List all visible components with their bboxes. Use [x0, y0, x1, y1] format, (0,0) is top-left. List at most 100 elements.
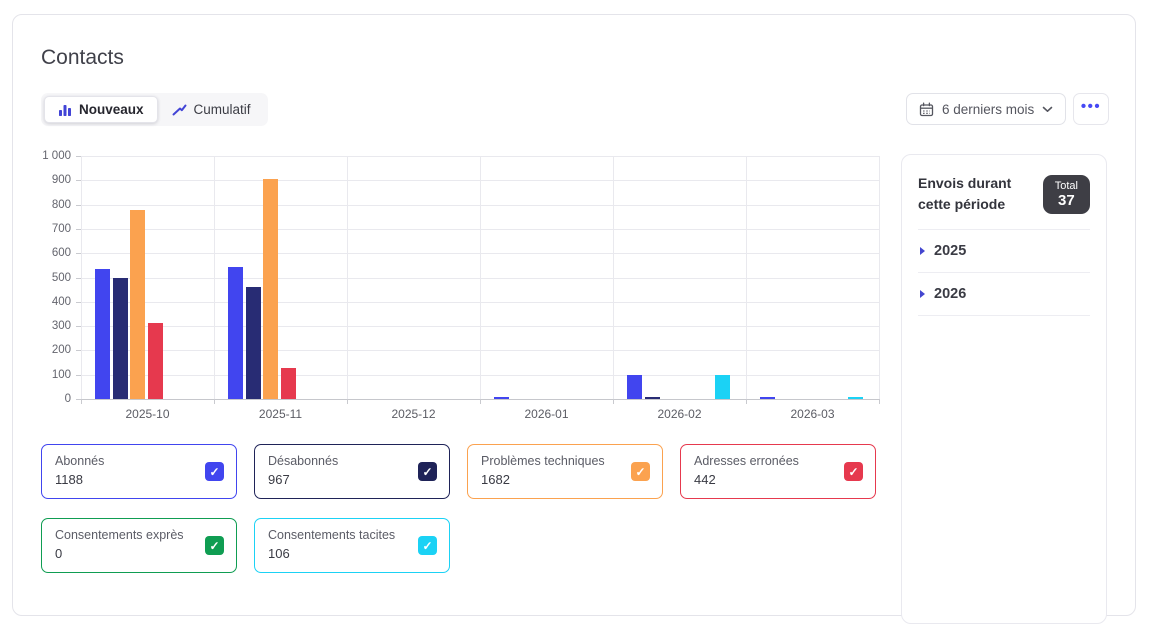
envois-title-line1: Envois durant	[918, 173, 1011, 194]
bar-abonnés	[760, 397, 775, 399]
bar-adresses-erronées	[281, 368, 296, 399]
legend-card-problemes[interactable]: Problèmes techniques 1682	[467, 444, 663, 499]
y-axis-labels: 01002003004005006007008009001 000	[23, 156, 71, 399]
more-options-button[interactable]: •••	[1073, 93, 1109, 125]
tab-cumulatif-label: Cumulatif	[194, 102, 251, 117]
x-tick-mark	[347, 399, 348, 404]
bar-consentements-tacites	[715, 375, 730, 399]
bar-abonnés	[494, 397, 509, 399]
x-tick-mark	[214, 399, 215, 404]
x-tick-label: 2026-01	[524, 407, 568, 421]
period-dropdown[interactable]: 6 derniers mois	[906, 93, 1066, 125]
chevron-right-icon	[920, 290, 925, 298]
envois-panel: Envois durant cette période Total 37 202…	[901, 154, 1107, 624]
y-tick-label: 1 000	[42, 150, 71, 162]
x-tick-label: 2025-11	[259, 407, 302, 421]
legend-card-adresses[interactable]: Adresses erronées 442	[680, 444, 876, 499]
calendar-icon	[919, 102, 934, 117]
legend-card-desabonnes[interactable]: Désabonnés 967	[254, 444, 450, 499]
legend-label: Consentements exprès	[55, 528, 184, 542]
bar-problèmes-techniques	[263, 179, 278, 399]
x-tick-label: 2025-10	[125, 407, 169, 421]
panel-group-2026[interactable]: 2026	[918, 273, 1090, 316]
legend-card-consentements-tacites[interactable]: Consentements tacites 106	[254, 518, 450, 573]
bar-consentements-tacites	[848, 397, 863, 399]
chevron-down-icon	[1042, 106, 1053, 113]
panel-group-label: 2026	[934, 286, 966, 302]
x-tick-mark	[81, 399, 82, 404]
legend-value: 0	[55, 546, 62, 561]
y-tick-label: 700	[52, 223, 71, 235]
period-dropdown-label: 6 derniers mois	[942, 102, 1034, 117]
y-tick-label: 500	[52, 272, 71, 284]
x-tick-mark	[879, 399, 880, 404]
legend-checkbox-abonnes[interactable]	[205, 462, 224, 481]
y-tick-label: 400	[52, 296, 71, 308]
legend-value: 442	[694, 472, 716, 487]
x-tick-mark	[613, 399, 614, 404]
bar-chart-icon	[58, 103, 72, 117]
ellipsis-icon: •••	[1081, 98, 1101, 115]
y-tick-label: 200	[52, 344, 71, 356]
bar-désabonnés	[113, 278, 128, 400]
v-gridline	[746, 156, 747, 399]
bar-abonnés	[627, 375, 642, 399]
page-title: Contacts	[41, 46, 124, 70]
total-badge-value: 37	[1055, 192, 1078, 209]
legend-card-consentements-expres[interactable]: Consentements exprès 0	[41, 518, 237, 573]
view-toggle: Nouveaux Cumulatif	[41, 93, 268, 126]
x-tick-mark	[746, 399, 747, 404]
legend-label: Problèmes techniques	[481, 454, 605, 468]
plot-area	[81, 156, 879, 400]
bar-problèmes-techniques	[130, 210, 145, 399]
envois-title-line2: cette période	[918, 194, 1011, 215]
v-gridline	[613, 156, 614, 399]
envois-panel-header: Envois durant cette période Total 37	[918, 155, 1090, 230]
legend-value: 1188	[55, 472, 83, 487]
tab-nouveaux[interactable]: Nouveaux	[44, 96, 158, 123]
x-tick-label: 2025-12	[391, 407, 435, 421]
legend-checkbox-desabonnes[interactable]	[418, 462, 437, 481]
line-chart-icon	[172, 103, 187, 117]
bar-abonnés	[95, 269, 110, 399]
bar-adresses-erronées	[148, 323, 163, 399]
bar-désabonnés	[645, 397, 660, 399]
legend-label: Désabonnés	[268, 454, 338, 468]
legend-value: 1682	[481, 472, 510, 487]
panel-group-label: 2025	[934, 243, 966, 259]
bar-abonnés	[228, 267, 243, 399]
legend-value: 106	[268, 546, 290, 561]
chevron-right-icon	[920, 247, 925, 255]
v-gridline	[81, 156, 82, 399]
legend-value: 967	[268, 472, 290, 487]
legend-checkbox-adresses[interactable]	[844, 462, 863, 481]
y-tick-label: 600	[52, 247, 71, 259]
tab-nouveaux-label: Nouveaux	[79, 102, 144, 117]
y-tick-label: 0	[65, 393, 71, 405]
panel-group-2025[interactable]: 2025	[918, 230, 1090, 273]
v-gridline	[480, 156, 481, 399]
bar-désabonnés	[246, 287, 261, 400]
v-gridline	[879, 156, 880, 399]
legend-label: Adresses erronées	[694, 454, 799, 468]
y-tick-label: 900	[52, 174, 71, 186]
envois-panel-title: Envois durant cette période	[918, 173, 1011, 215]
total-badge: Total 37	[1043, 175, 1090, 214]
contacts-card: Contacts Nouveaux Cumulatif	[12, 14, 1136, 616]
y-tick-label: 800	[52, 199, 71, 211]
legend-label: Abonnés	[55, 454, 104, 468]
v-gridline	[347, 156, 348, 399]
y-tick-label: 300	[52, 320, 71, 332]
legend-checkbox-problemes[interactable]	[631, 462, 650, 481]
legend-checkbox-consentements-expres[interactable]	[205, 536, 224, 555]
legend-checkbox-consentements-tacites[interactable]	[418, 536, 437, 555]
x-tick-label: 2026-02	[657, 407, 701, 421]
legend-label: Consentements tacites	[268, 528, 395, 542]
v-gridline	[214, 156, 215, 399]
legend-card-abonnes[interactable]: Abonnés 1188	[41, 444, 237, 499]
x-tick-mark	[480, 399, 481, 404]
x-tick-label: 2026-03	[790, 407, 834, 421]
y-tick-label: 100	[52, 369, 71, 381]
total-badge-label: Total	[1055, 180, 1078, 192]
tab-cumulatif[interactable]: Cumulatif	[158, 96, 265, 123]
